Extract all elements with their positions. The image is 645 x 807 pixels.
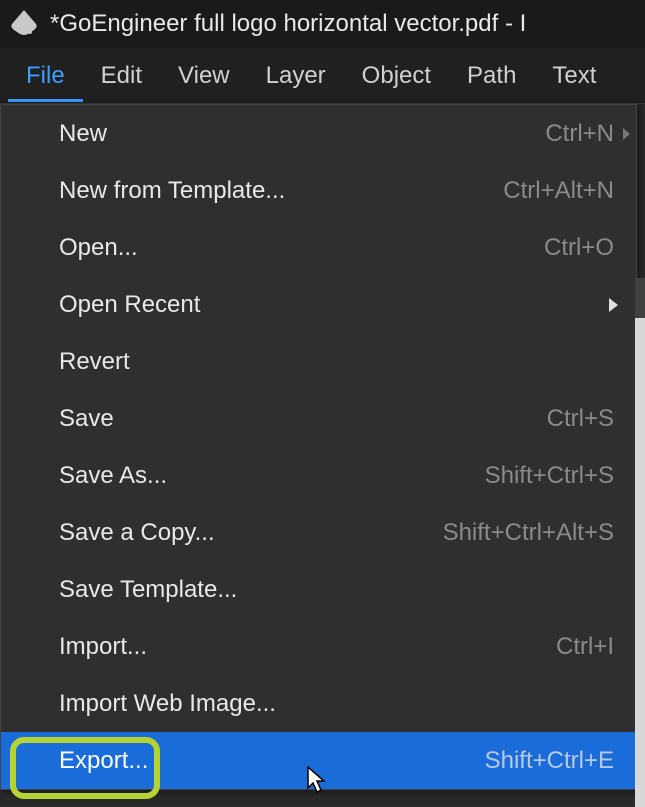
scrollbar-dark-segment bbox=[635, 278, 645, 318]
menu-item-import[interactable]: Import... Ctrl+I bbox=[1, 618, 636, 675]
menu-item-save-template[interactable]: Save Template... bbox=[1, 561, 636, 618]
menu-shortcut: Shift+Ctrl+Alt+S bbox=[443, 519, 614, 547]
menu-item-new[interactable]: New Ctrl+N bbox=[1, 105, 636, 162]
window-title: *GoEngineer full logo horizontal vector.… bbox=[50, 10, 526, 38]
menu-label: Save As... bbox=[59, 462, 485, 490]
submenu-arrow-icon bbox=[623, 128, 630, 140]
titlebar: *GoEngineer full logo horizontal vector.… bbox=[0, 0, 645, 48]
menu-label: New from Template... bbox=[59, 177, 503, 205]
menu-item-new-from-template[interactable]: New from Template... Ctrl+Alt+N bbox=[1, 162, 636, 219]
menu-label: Import Web Image... bbox=[59, 690, 614, 718]
menu-label: Revert bbox=[59, 348, 614, 376]
menu-view[interactable]: View bbox=[160, 50, 248, 102]
menu-text[interactable]: Text bbox=[534, 50, 614, 102]
menu-label: Open... bbox=[59, 234, 544, 262]
menu-item-export[interactable]: Export... Shift+Ctrl+E bbox=[1, 732, 636, 789]
menu-shortcut: Ctrl+O bbox=[544, 234, 614, 262]
menu-shortcut: Shift+Ctrl+E bbox=[485, 747, 614, 775]
menu-item-open[interactable]: Open... Ctrl+O bbox=[1, 219, 636, 276]
menubar: File Edit View Layer Object Path Text bbox=[0, 48, 645, 104]
menu-label: Open Recent bbox=[59, 291, 614, 319]
menu-shortcut: Shift+Ctrl+S bbox=[485, 462, 614, 490]
menu-object[interactable]: Object bbox=[344, 50, 449, 102]
inkscape-icon bbox=[8, 8, 40, 40]
menu-shortcut: Ctrl+S bbox=[547, 405, 614, 433]
scrollbar-track[interactable] bbox=[635, 278, 645, 807]
file-dropdown-menu: New Ctrl+N New from Template... Ctrl+Alt… bbox=[0, 104, 637, 790]
menu-item-import-web-image[interactable]: Import Web Image... bbox=[1, 675, 636, 732]
menu-item-open-recent[interactable]: Open Recent bbox=[1, 276, 636, 333]
menu-item-save-as[interactable]: Save As... Shift+Ctrl+S bbox=[1, 447, 636, 504]
menu-path[interactable]: Path bbox=[449, 50, 534, 102]
menu-label: Save bbox=[59, 405, 547, 433]
menu-item-save-a-copy[interactable]: Save a Copy... Shift+Ctrl+Alt+S bbox=[1, 504, 636, 561]
menu-label: Import... bbox=[59, 633, 556, 661]
menu-label: Export... bbox=[59, 747, 485, 775]
menu-edit[interactable]: Edit bbox=[83, 50, 160, 102]
menu-item-revert[interactable]: Revert bbox=[1, 333, 636, 390]
menu-shortcut: Ctrl+N bbox=[545, 120, 614, 148]
menu-shortcut: Ctrl+I bbox=[556, 633, 614, 661]
menu-layer[interactable]: Layer bbox=[248, 50, 344, 102]
menu-shortcut: Ctrl+Alt+N bbox=[503, 177, 614, 205]
menu-label: Save a Copy... bbox=[59, 519, 443, 547]
menu-label: Save Template... bbox=[59, 576, 614, 604]
menu-label: New bbox=[59, 120, 545, 148]
menu-file[interactable]: File bbox=[8, 50, 83, 102]
submenu-arrow-icon bbox=[609, 298, 618, 312]
menu-item-save[interactable]: Save Ctrl+S bbox=[1, 390, 636, 447]
